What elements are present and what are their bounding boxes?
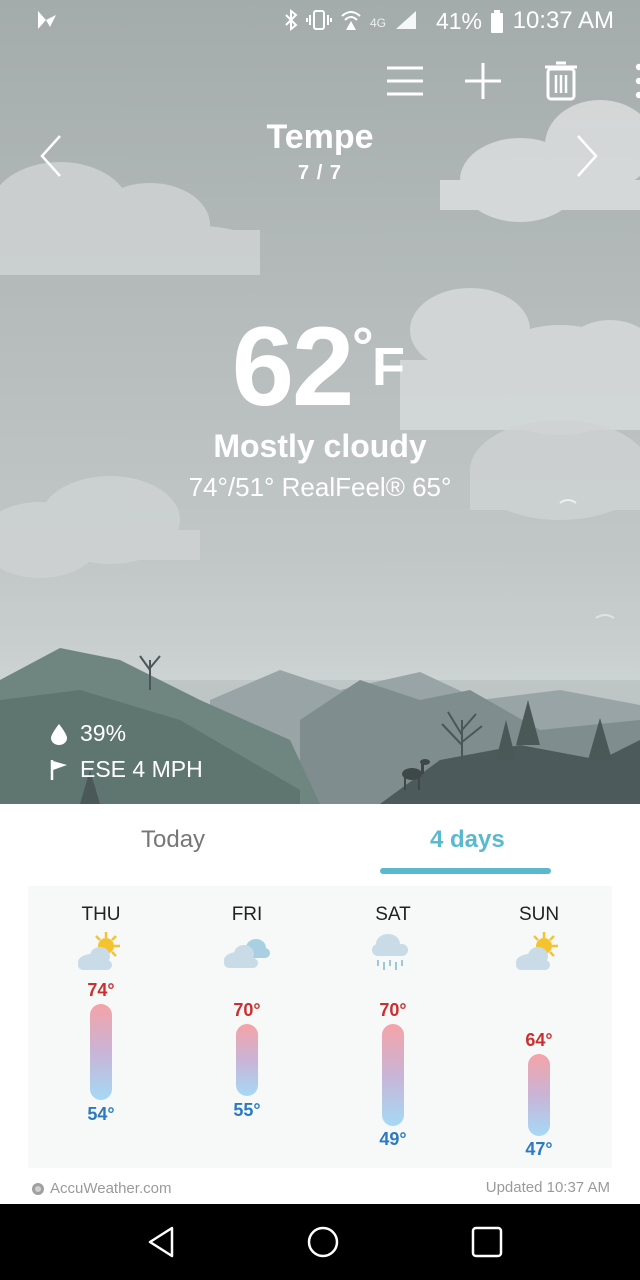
low-temp: 55° — [233, 1100, 261, 1120]
battery-percentage: 41% — [435, 8, 482, 34]
hilo-realfeel: 74°/51° RealFeel® 65° — [188, 472, 452, 502]
temperature-unit: F — [372, 337, 405, 397]
more-vert-icon — [635, 63, 640, 99]
delete-button[interactable] — [538, 58, 584, 104]
day-name: SUN — [518, 904, 560, 925]
accuweather-logo-icon — [32, 1182, 44, 1195]
battery-icon — [490, 10, 504, 39]
day-name: FRI — [231, 904, 263, 925]
day-name: THU — [81, 904, 121, 925]
active-tab-indicator — [380, 868, 551, 874]
back-icon — [148, 1226, 174, 1258]
trash-icon — [545, 61, 577, 101]
accuweather-brand: AccuWeather.com — [50, 1180, 172, 1197]
forecast-footer: AccuWeather.com Updated 10:37 AM — [0, 1178, 640, 1204]
partly-sunny-icon — [78, 932, 120, 970]
add-icon — [465, 63, 501, 99]
partly-sunny-icon — [516, 932, 558, 970]
humidity-value: 39% — [80, 720, 127, 746]
high-temp: 64° — [525, 1030, 553, 1050]
temp-range-bar — [528, 1054, 550, 1136]
rain-icon — [372, 934, 408, 970]
degree-symbol: ° — [352, 317, 374, 377]
temp-range-bar — [90, 1004, 112, 1100]
add-location-button[interactable] — [460, 58, 506, 104]
temperature-value: 62 — [231, 304, 355, 429]
status-time: 10:37 AM — [512, 7, 614, 34]
temp-range-bar — [236, 1024, 258, 1096]
water-drop-icon — [51, 723, 67, 745]
system-nav-bar — [0, 1204, 640, 1280]
cloudy-icon — [224, 939, 270, 968]
home-button[interactable] — [303, 1222, 343, 1262]
high-temp: 70° — [379, 1000, 407, 1020]
wind-flag-icon — [50, 759, 67, 780]
four-day-forecast: THU 74° 54° FRI 70° 55° SAT 70° 49° SUN … — [28, 886, 612, 1168]
page-indicator: 7 / 7 — [298, 162, 342, 184]
updated-time: Updated 10:37 AM — [485, 1179, 610, 1196]
forecast-day-fri[interactable]: FRI 70° 55° — [174, 886, 320, 1168]
wifi-icon — [340, 9, 362, 36]
low-temp: 54° — [87, 1104, 115, 1124]
tab-4-days[interactable]: 4 days — [430, 826, 505, 854]
city-name: Tempe — [266, 118, 374, 156]
tab-today[interactable]: Today — [141, 826, 205, 854]
low-temp: 47° — [525, 1139, 553, 1159]
home-icon — [307, 1226, 339, 1258]
weather-hero: 4G 41% 10:37 AM Tempe 7 / 7 62 ° F Mostl… — [0, 0, 640, 804]
status-icons: 4G — [284, 8, 418, 36]
app-notification-icon — [36, 9, 58, 36]
network-type: 4G — [369, 15, 386, 30]
forecast-day-sun[interactable]: SUN 64° 47° — [466, 886, 612, 1168]
forecast-tabs: Today 4 days — [0, 804, 640, 882]
low-temp: 49° — [379, 1129, 407, 1149]
high-temp: 70° — [233, 1000, 261, 1020]
accuweather-link[interactable]: AccuWeather.com — [30, 1180, 171, 1197]
signal-icon — [394, 9, 418, 36]
more-options-button[interactable] — [616, 58, 640, 104]
current-temperature: 62 ° F — [0, 302, 640, 431]
vibrate-icon — [305, 9, 332, 36]
wind-value: ESE 4 MPH — [80, 756, 203, 782]
menu-button[interactable] — [382, 58, 428, 104]
forecast-day-sat[interactable]: SAT 70° 49° — [320, 886, 466, 1168]
status-bar: 4G 41% 10:37 AM — [0, 0, 640, 42]
menu-icon — [387, 66, 423, 96]
back-button[interactable] — [142, 1222, 182, 1262]
weather-condition: Mostly cloudy — [213, 428, 427, 464]
forecast-day-thu[interactable]: THU 74° 54° — [28, 886, 174, 1168]
recents-icon — [471, 1226, 503, 1258]
recents-button[interactable] — [467, 1222, 507, 1262]
day-name: SAT — [375, 904, 411, 925]
humidity: 39% — [50, 720, 126, 747]
wind: ESE 4 MPH — [50, 756, 203, 783]
bluetooth-icon — [284, 8, 298, 36]
high-temp: 74° — [87, 980, 115, 1000]
toolbar — [340, 58, 640, 104]
temp-range-bar — [382, 1024, 404, 1126]
